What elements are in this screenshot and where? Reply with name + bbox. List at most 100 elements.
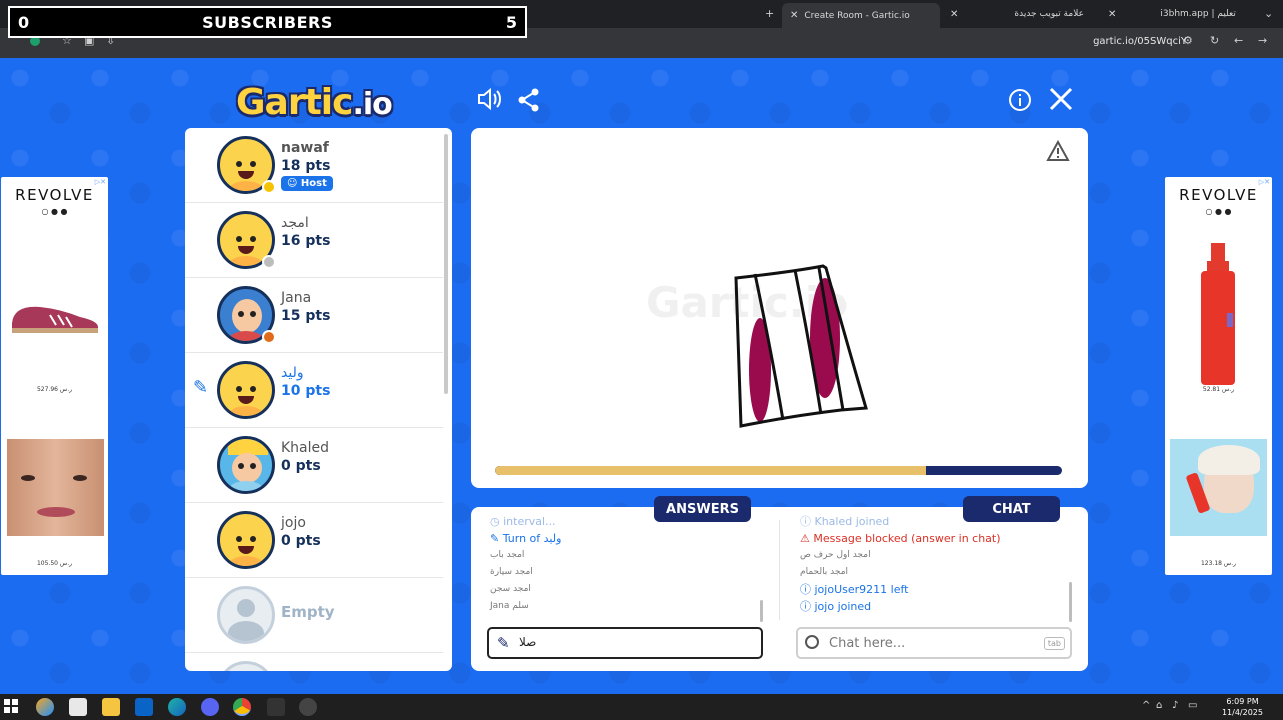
host-icon: ☺ [287, 178, 301, 189]
outlook-icon[interactable] [135, 698, 153, 716]
url-text[interactable]: gartic.io/05SWqciY [1093, 36, 1187, 47]
subscriber-right-count: 5 [505, 12, 517, 32]
list-item: ✎ Turn of وليد [490, 530, 561, 547]
tray-chevron-icon[interactable]: ^ [1142, 700, 1150, 711]
edge-icon[interactable] [168, 698, 186, 716]
player-name: Jana [281, 290, 312, 306]
list-item-text: interval... [503, 515, 556, 528]
player-name: Khaled [281, 440, 330, 456]
tab-close-icon[interactable]: ✕ [1108, 9, 1116, 20]
copilot-icon[interactable] [36, 698, 54, 716]
drawing-canvas[interactable]: Gartic.io [471, 128, 1088, 488]
answer-input[interactable]: ✎ صلا [487, 627, 763, 659]
ad-info-icon[interactable]: ▷✕ [1259, 178, 1270, 186]
forward-icon[interactable]: → [1258, 34, 1267, 47]
player-name: jojo [281, 515, 306, 531]
list-item-text: Khaled joined [814, 515, 890, 528]
ad-price: 105.50 ر.س [36, 560, 73, 567]
ad-right[interactable]: ▷✕ REVOLVE ○ ● ● 52.81 ر.س 123.18 ر.س [1165, 177, 1272, 575]
face-image [7, 439, 104, 536]
tab-label: علامة تبويب جديدة [1014, 9, 1084, 19]
player-row[interactable]: Jana 15 pts [185, 278, 443, 353]
tab-new-tab[interactable]: ✕ علامة تبويب جديدة [942, 4, 1102, 24]
info-icon: ⓘ [800, 600, 811, 613]
ad-left[interactable]: ▷✕ REVOLVE ○ ● ● 527.96 ر.س 105.50 ر.س [1, 177, 108, 575]
discord-icon[interactable] [201, 698, 219, 716]
tab-label: i3bhm.app | تعليم [1160, 9, 1236, 19]
player-row[interactable]: Khaled 0 pts [185, 428, 443, 503]
player-row[interactable]: امجد 16 pts [185, 203, 443, 278]
close-icon[interactable] [1048, 86, 1074, 118]
pencil-icon: ✎ [490, 532, 500, 545]
file-explorer-icon[interactable] [102, 698, 120, 716]
network-icon[interactable]: ⌂ [1156, 700, 1162, 711]
logo-main: Gartic [236, 82, 353, 123]
taskbar: ^ ⌂ ♪ ▭ 6:09 PM 11/4/2025 [0, 694, 1283, 720]
ad-info-icon[interactable]: ▷✕ [95, 178, 106, 186]
ad-price: 123.18 ر.س [1200, 560, 1237, 567]
logo-suffix: .io [352, 87, 392, 122]
drawing-strokes [734, 264, 868, 428]
answers-tab[interactable]: ANSWERS [654, 496, 751, 522]
tab-i3bhm[interactable]: ✕ i3bhm.app | تعليم [1100, 4, 1260, 24]
player-name: Empty [281, 603, 335, 621]
subscriber-counter: 0 SUBSCRIBERS 5 [8, 6, 527, 38]
player-row-empty [185, 653, 443, 671]
report-warning-icon[interactable] [1046, 139, 1070, 167]
ad-brand: REVOLVE [1179, 186, 1258, 204]
list-item: ⓘ Khaled joined [800, 515, 890, 528]
empty-avatar [217, 661, 275, 671]
list-item: امجد سيارة [490, 567, 533, 577]
chat-scrollbar[interactable] [1069, 582, 1072, 622]
reload-icon[interactable]: ↻ [1210, 34, 1219, 47]
obs-icon[interactable] [299, 698, 317, 716]
player-row[interactable]: ✎ وليد 10 pts [185, 353, 443, 428]
tab-create-room[interactable]: ✕ Create Room - Gartic.io [782, 3, 940, 28]
windows-start-icon[interactable] [4, 698, 22, 716]
pencil-icon: ✎ [497, 634, 510, 652]
player-points: 16 pts [281, 233, 331, 249]
list-item: ⓘ jojoUser9211 left [800, 581, 1001, 598]
app-icon[interactable] [267, 698, 285, 716]
player-row[interactable]: nawaf 18 pts ☺ Host [185, 128, 443, 203]
keyboard-icon[interactable]: ▭ [1188, 700, 1197, 711]
tab-close-icon[interactable]: ✕ [950, 9, 958, 20]
status-dot [262, 255, 276, 269]
volume-icon[interactable]: ♪ [1172, 700, 1178, 711]
list-item: امجد بالحمام [800, 567, 849, 577]
list-item-text: jojo joined [814, 600, 872, 613]
status-dot [262, 330, 276, 344]
chat-placeholder: Chat here... [829, 636, 906, 651]
players-list: nawaf 18 pts ☺ Host امجد 16 pts Jana 15 … [185, 128, 452, 671]
system-clock[interactable]: 6:09 PM 11/4/2025 [1222, 696, 1263, 718]
player-row[interactable]: jojo 0 pts [185, 503, 443, 578]
back-icon[interactable]: ← [1234, 34, 1243, 47]
ad-brand: REVOLVE [15, 186, 94, 204]
warning-icon: ⚠ [800, 532, 810, 545]
avatar [217, 361, 275, 419]
answers-scrollbar[interactable] [760, 600, 763, 622]
share-icon[interactable] [518, 88, 540, 118]
new-tab-icon[interactable]: + [765, 7, 774, 20]
player-points: 0 pts [281, 533, 321, 549]
chat-list: ⓘ Khaled joined ⚠ Message blocked (answe… [800, 513, 1001, 615]
chrome-icon[interactable] [233, 698, 251, 716]
tab-close-icon[interactable]: ✕ [790, 10, 798, 21]
shoe-image [12, 306, 98, 333]
model-image [1170, 439, 1267, 536]
tab-key-hint: tab [1043, 637, 1065, 650]
chat-input[interactable]: Chat here... tab [796, 627, 1072, 659]
player-points: 18 pts [281, 158, 331, 174]
answers-list: ◷ interval... ✎ Turn of وليد امجد باب ام… [490, 513, 561, 615]
subscriber-left-count: 0 [18, 12, 30, 32]
status-dot [262, 180, 276, 194]
clock-time: 6:09 PM [1226, 697, 1259, 706]
info-icon[interactable] [1008, 88, 1032, 118]
players-scrollbar[interactable] [444, 134, 448, 394]
drawing-pencil-icon: ✎ [193, 377, 209, 398]
chat-icon [805, 635, 819, 649]
ad-carousel-dots: ○ ● ● [1205, 207, 1232, 216]
sound-icon[interactable] [476, 87, 502, 117]
tab-search-icon[interactable]: ⌄ [1264, 7, 1273, 20]
store-icon[interactable] [69, 698, 87, 716]
